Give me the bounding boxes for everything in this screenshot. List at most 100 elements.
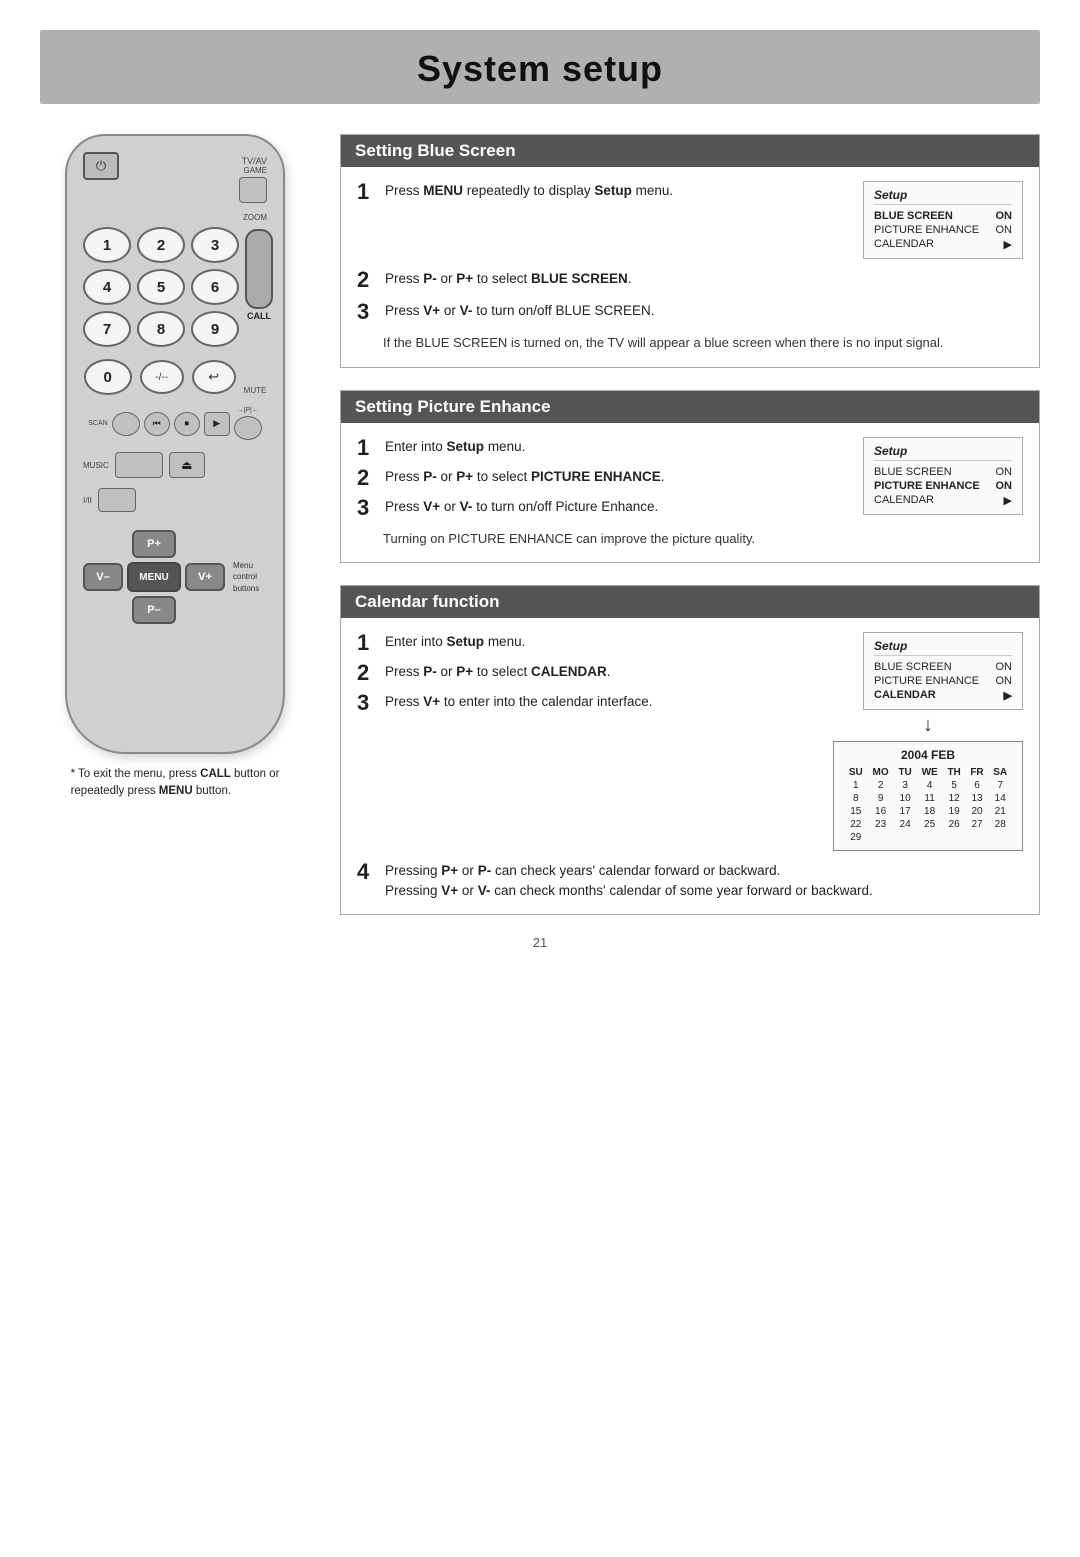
tv-av-label: TV/AV [242,156,267,166]
cal-cell [966,831,989,844]
dpad-down-row: P– [132,596,176,624]
numpad-with-call: 1 2 3 4 5 6 7 8 9 CALL [83,223,267,351]
cal-cell: 5 [943,779,966,792]
picture-enhance-header: Setting Picture Enhance [341,391,1039,423]
music-row: MUSIC ⏏ [83,452,267,478]
page-title: System setup [40,48,1040,90]
cal-cell: 1 [844,779,868,792]
iii-row: I/II [83,488,267,512]
pip-button[interactable] [234,416,262,440]
cal-cell: 14 [988,792,1012,805]
step-text: Enter into Setup menu. [385,437,851,457]
rewind-button[interactable]: ⏮ [144,412,170,436]
cal-menu-row-2: PICTURE ENHANCE ON [874,674,1012,688]
cal-cell: 17 [894,805,917,818]
dash-button[interactable]: -/-- [140,360,184,394]
menu-item-label: CALENDAR [874,238,934,251]
num-3-button[interactable]: 3 [191,227,239,263]
calendar-row-2: 8 9 10 11 12 13 14 [844,792,1012,805]
menu-item-label: CALENDAR [874,689,936,702]
picture-enhance-body: 1 Enter into Setup menu. 2 Press P- or P… [341,423,1039,563]
call-area: CALL [245,227,273,321]
menu-item-label: CALENDAR [874,494,934,507]
blue-screen-step2: 2 Press P- or P+ to select BLUE SCREEN. [357,269,1023,291]
num-5-button[interactable]: 5 [137,269,185,305]
cal-cell: 6 [966,779,989,792]
calendar-title: 2004 FEB [844,748,1012,762]
power-button[interactable]: ⏻ [83,152,119,180]
step-number: 3 [357,692,375,714]
num-2-button[interactable]: 2 [137,227,185,263]
dpad-up-row: P+ [132,530,176,558]
cal-th-sa: SA [988,766,1012,779]
num-7-button[interactable]: 7 [83,311,131,347]
cal-cell: 3 [894,779,917,792]
cal-cell: 10 [894,792,917,805]
num-4-button[interactable]: 4 [83,269,131,305]
cal-cell: 26 [943,818,966,831]
calendar-setup-menu: Setup BLUE SCREEN ON PICTURE ENHANCE ON … [863,632,1023,710]
eject-button[interactable]: ⏏ [169,452,205,478]
menu-button[interactable]: MENU [127,562,181,592]
cal-cell: 2 [868,779,894,792]
num-9-button[interactable]: 9 [191,311,239,347]
step-number: 1 [357,632,375,654]
stop-button[interactable]: ⏹ [174,412,200,436]
cal-cell [868,831,894,844]
menu-item-value: ON [996,210,1013,222]
cal-cell: 12 [943,792,966,805]
remote-note: * To exit the menu, press CALL button or… [71,766,280,801]
numpad: 1 2 3 4 5 6 7 8 9 [83,227,239,347]
cal-cell: 9 [868,792,894,805]
play-button[interactable]: ▶ [204,412,230,436]
num-8-button[interactable]: 8 [137,311,185,347]
mute-label: MUTE [244,386,267,395]
menu-item-arrow: ▶ [1004,689,1012,702]
num-6-button[interactable]: 6 [191,269,239,305]
p-minus-button[interactable]: P– [132,596,176,624]
return-button[interactable]: ↩ [192,360,236,394]
p-plus-button[interactable]: P+ [132,530,176,558]
picture-enhance-step1: 1 Enter into Setup menu. 2 Press P- or P… [357,437,1023,519]
cal-cell: 22 [844,818,868,831]
setup-menu-title: Setup [874,444,1012,461]
num-1-button[interactable]: 1 [83,227,131,263]
cal-cell: 21 [988,805,1012,818]
cal-cell: 13 [966,792,989,805]
calendar-body-rows: 1 2 3 4 5 6 7 8 [844,779,1012,844]
call-button[interactable] [245,229,273,309]
menu-item-value: ON [996,466,1013,478]
num-0-button[interactable]: 0 [84,359,132,395]
pe-menu-row-3: CALENDAR ▶ [874,493,1012,508]
blue-screen-section: Setting Blue Screen 1 Press MENU repeate… [340,134,1040,368]
blue-screen-menu-row-1: BLUE SCREEN ON [874,209,1012,223]
page-number: 21 [0,915,1080,960]
menu-item-arrow: ▶ [1004,238,1012,251]
step-text: Press P- or P+ to select CALENDAR. [385,662,821,682]
menu-item-label: PICTURE ENHANCE [874,480,980,492]
v-minus-button[interactable]: V– [83,563,123,591]
step-number: 2 [357,662,375,684]
iii-button[interactable] [98,488,136,512]
call-text-label: CALL [247,311,271,321]
music-button[interactable] [115,452,163,478]
menu-item-value: ON [996,480,1013,492]
menu-item-value: ON [996,224,1013,236]
v-plus-button[interactable]: V+ [185,563,225,591]
dpad-area: P+ V– MENU V+ P– Menucontrol buttons [83,530,267,624]
picture-enhance-setup-menu: Setup BLUE SCREEN ON PICTURE ENHANCE ON … [863,437,1023,515]
cal-cell [894,831,917,844]
scan-button[interactable] [112,412,140,436]
cal-cell: 11 [917,792,943,805]
blue-screen-menu-row-3: CALENDAR ▶ [874,237,1012,252]
cal-cell: 25 [917,818,943,831]
blue-screen-step3: 3 Press V+ or V- to turn on/off BLUE SCR… [357,301,1023,323]
menu-item-label: BLUE SCREEN [874,466,952,478]
cal-cell: 18 [917,805,943,818]
step-number: 2 [357,467,375,489]
game-button[interactable] [239,177,267,203]
cal-cell [988,831,1012,844]
pip-label: →|P|← [237,407,259,414]
bottom-num-row: 0 -/-- ↩ MUTE [84,359,267,395]
calendar-header-row: SU MO TU WE TH FR SA [844,766,1012,779]
